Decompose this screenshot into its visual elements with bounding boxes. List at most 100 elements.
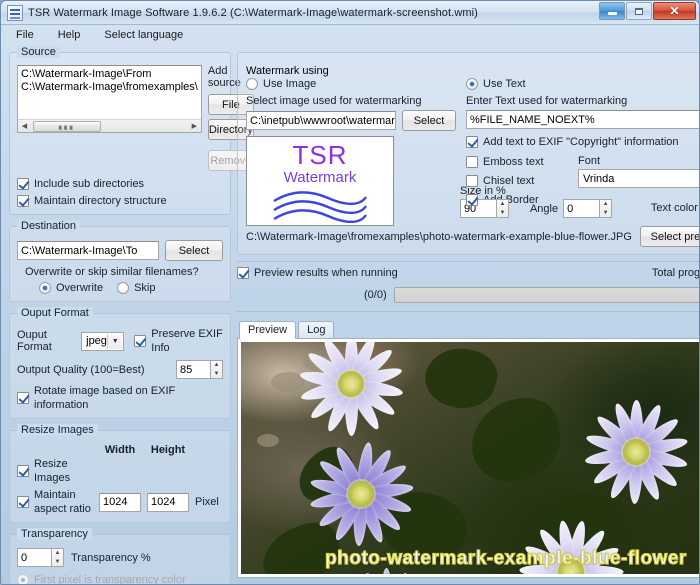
- source-group: Source C:\Watermark-Image\From C:\Waterm…: [9, 52, 231, 215]
- transparency-value[interactable]: 0: [17, 548, 51, 567]
- output-format-group: Ouput Format Ouput Format jpeg ▼ Preserv…: [9, 313, 231, 419]
- first-pixel-transparency-radio[interactable]: First pixel is transparency color: [17, 573, 223, 585]
- flower-core: [348, 481, 374, 507]
- emboss-text-label: Emboss text: [483, 155, 544, 169]
- divider: [237, 311, 700, 312]
- output-quality-label: Output Quality (100=Best): [17, 364, 170, 376]
- total-progress-label: Total progress: [652, 267, 700, 279]
- use-image-label: Use Image: [263, 77, 316, 91]
- minimize-button[interactable]: [599, 2, 625, 20]
- watermark-using-group: Watermark using Use Image Select image u…: [237, 52, 700, 255]
- source-listbox[interactable]: C:\Watermark-Image\From C:\Watermark-Ima…: [17, 65, 202, 133]
- add-exif-copyright-checkbox[interactable]: Add text to EXIF "Copyright" information: [466, 135, 700, 149]
- pebble-shape: [257, 434, 279, 447]
- scroll-thumb[interactable]: ▖▖▖: [33, 121, 101, 132]
- chevron-down-icon[interactable]: ▼: [107, 334, 122, 349]
- select-preview-image-button[interactable]: Select preview image: [640, 226, 700, 247]
- checkbox-icon: [466, 136, 478, 148]
- skip-label: Skip: [134, 281, 155, 295]
- resize-group-title: Resize Images: [17, 424, 98, 436]
- checkbox-icon: [466, 194, 478, 206]
- pixel-label: Pixel: [195, 496, 223, 508]
- angle-stepper[interactable]: 0 ▲▼: [563, 199, 612, 218]
- destination-group: Destination C:\Watermark-Image\To Select…: [9, 226, 231, 302]
- output-quality-value[interactable]: 85: [176, 360, 210, 379]
- output-format-value: jpeg: [86, 335, 107, 347]
- use-image-radio[interactable]: Use Image: [246, 77, 456, 91]
- scroll-right-icon[interactable]: ▶: [188, 120, 201, 132]
- window-title: TSR Watermark Image Software 1.9.6.2 (C:…: [28, 7, 478, 19]
- logo-watermark-text: Watermark: [268, 169, 372, 187]
- menu-item-file[interactable]: File: [13, 28, 37, 42]
- maintain-directory-structure-label: Maintain directory structure: [34, 194, 167, 208]
- transparency-group: Transparency 0 ▲▼ Transparency % First p…: [9, 534, 231, 585]
- preserve-exif-checkbox[interactable]: Preserve EXIF Info: [134, 327, 223, 355]
- overwrite-radio[interactable]: Overwrite: [39, 281, 103, 295]
- rotate-exif-checkbox[interactable]: Rotate image based on EXIF information: [17, 384, 223, 412]
- emboss-text-checkbox[interactable]: Emboss text: [466, 155, 570, 169]
- flower-core: [623, 439, 649, 465]
- preview-pane: photo-watermark-example-blue-flower: [237, 339, 700, 578]
- transparency-group-title: Transparency: [17, 528, 92, 540]
- skip-radio[interactable]: Skip: [117, 281, 155, 295]
- select-watermark-image-button[interactable]: Select: [402, 110, 456, 131]
- stepper-buttons[interactable]: ▲▼: [210, 360, 223, 379]
- transparency-stepper[interactable]: 0 ▲▼: [17, 548, 64, 567]
- maintain-directory-structure-checkbox[interactable]: Maintain directory structure: [17, 194, 223, 208]
- watermark-overlay-text: photo-watermark-example-blue-flower: [241, 548, 700, 570]
- use-text-radio[interactable]: Use Text: [466, 77, 700, 91]
- scroll-left-icon[interactable]: ◀: [18, 120, 31, 132]
- maximize-button[interactable]: [626, 2, 652, 20]
- resize-images-label: Resize Images: [34, 457, 93, 485]
- radio-icon: [117, 282, 129, 294]
- rotate-exif-label: Rotate image based on EXIF information: [34, 384, 223, 412]
- width-label: Width: [99, 444, 141, 456]
- main-content: Source C:\Watermark-Image\From C:\Waterm…: [9, 46, 691, 578]
- source-horizontal-scrollbar[interactable]: ◀ ▖▖▖ ▶: [18, 119, 201, 132]
- preview-source-path: C:\Watermark-Image\fromexamples\photo-wa…: [246, 231, 632, 243]
- checkbox-icon: [134, 335, 146, 347]
- preserve-exif-label: Preserve EXIF Info: [151, 327, 223, 355]
- add-exif-copyright-label: Add text to EXIF "Copyright" information: [483, 135, 679, 149]
- total-progress-bar: [394, 287, 700, 303]
- font-label: Font: [578, 155, 700, 167]
- list-item[interactable]: C:\Watermark-Image\From: [21, 68, 198, 81]
- include-sub-directories-checkbox[interactable]: Include sub directories: [17, 177, 223, 191]
- stepper-buttons[interactable]: ▲▼: [496, 199, 509, 218]
- preview-results-checkbox[interactable]: Preview results when running: [237, 266, 644, 280]
- height-input[interactable]: 1024: [147, 493, 189, 512]
- stepper-buttons[interactable]: ▲▼: [51, 548, 64, 567]
- tab-preview[interactable]: Preview: [239, 321, 296, 339]
- right-panel: Watermark using Use Image Select image u…: [237, 46, 700, 578]
- output-format-select[interactable]: jpeg ▼: [81, 332, 124, 351]
- app-icon: [7, 5, 23, 21]
- maintain-aspect-ratio-label: Maintain aspect ratio: [34, 488, 93, 516]
- flower-core: [338, 371, 364, 397]
- source-group-title: Source: [17, 46, 60, 58]
- checkbox-icon: [466, 156, 478, 168]
- font-select[interactable]: Vrinda ▼: [578, 169, 700, 188]
- maintain-aspect-ratio-checkbox[interactable]: Maintain aspect ratio: [17, 488, 93, 516]
- menu-item-help[interactable]: Help: [55, 28, 84, 42]
- list-item[interactable]: C:\Watermark-Image\fromexamples\: [21, 81, 198, 94]
- destination-select-button[interactable]: Select: [165, 240, 223, 261]
- destination-group-title: Destination: [17, 220, 80, 232]
- stepper-buttons[interactable]: ▲▼: [599, 199, 612, 218]
- app-window: TSR Watermark Image Software 1.9.6.2 (C:…: [0, 0, 700, 585]
- title-bar: TSR Watermark Image Software 1.9.6.2 (C:…: [1, 1, 699, 25]
- menu-item-select-language[interactable]: Select language: [101, 28, 186, 42]
- progress-counter: (0/0): [364, 289, 387, 301]
- angle-value[interactable]: 0: [563, 199, 599, 218]
- watermark-image-path-input[interactable]: C:\inetpub\wwwroot\watermark-ima: [246, 111, 396, 130]
- tab-log[interactable]: Log: [298, 321, 334, 338]
- select-image-label: Select image used for watermarking: [246, 95, 456, 107]
- destination-path-input[interactable]: C:\Watermark-Image\To: [17, 241, 159, 260]
- watermark-text-input[interactable]: %FILE_NAME_NOEXT%: [466, 110, 700, 129]
- menu-bar: File Help Select language: [1, 25, 699, 45]
- close-button[interactable]: ✕: [653, 2, 696, 20]
- resize-images-checkbox[interactable]: Resize Images: [17, 457, 93, 485]
- checkbox-icon: [17, 178, 29, 190]
- width-input[interactable]: 1024: [99, 493, 141, 512]
- output-quality-stepper[interactable]: 85 ▲▼: [176, 360, 223, 379]
- resize-images-group: Resize Images Width Height Resize Images: [9, 430, 231, 523]
